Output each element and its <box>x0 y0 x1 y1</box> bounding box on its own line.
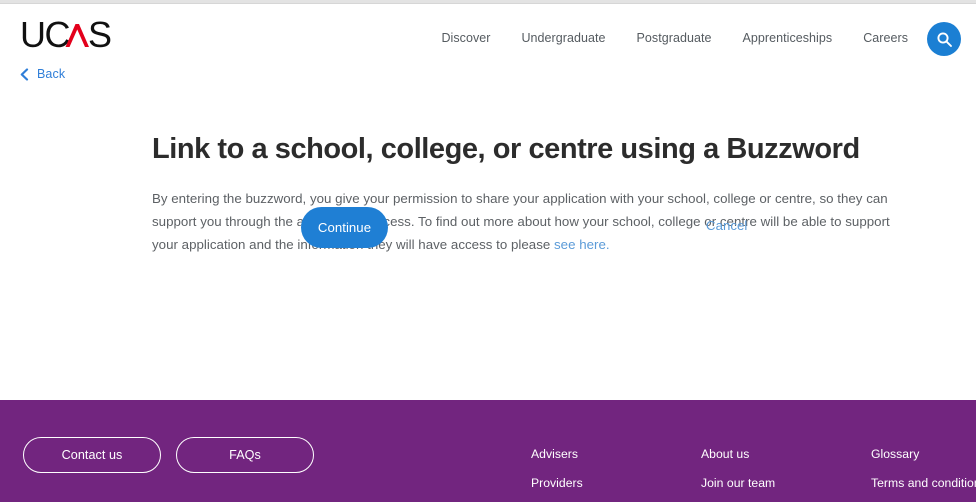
page-root: UC S Discover Undergraduate Postgraduate… <box>0 0 976 502</box>
footer-link-terms-and-conditions[interactable]: Terms and conditions <box>871 469 976 498</box>
footer-link-accessibility[interactable]: Accessibility <box>701 497 871 502</box>
contact-us-button[interactable]: Contact us <box>23 437 161 473</box>
primary-nav: Discover Undergraduate Postgraduate Appr… <box>441 31 908 45</box>
site-header: UC S Discover Undergraduate Postgraduate… <box>0 5 976 64</box>
faqs-button[interactable]: FAQs <box>176 437 314 473</box>
footer-link-glossary[interactable]: Glossary <box>871 440 976 469</box>
back-link[interactable]: Back <box>20 67 65 81</box>
search-button[interactable] <box>927 22 961 56</box>
footer-link-privacy-and-cookies[interactable]: Privacy and cookies <box>871 497 976 502</box>
svg-text:UC: UC <box>20 19 69 55</box>
nav-item-undergraduate[interactable]: Undergraduate <box>521 31 605 45</box>
footer-column-1: Advisers Providers Businesses <box>531 440 701 502</box>
browser-chrome-strip <box>0 0 976 4</box>
site-footer: Contact us FAQs Advisers Providers Busin… <box>0 400 976 502</box>
search-icon <box>936 31 952 47</box>
footer-link-columns: Advisers Providers Businesses About us J… <box>531 440 976 502</box>
nav-item-apprenticeships[interactable]: Apprenticeships <box>742 31 832 45</box>
cancel-button[interactable]: Cancel <box>706 218 747 233</box>
nav-item-careers[interactable]: Careers <box>863 31 908 45</box>
ucas-logo-mark: UC S <box>20 19 113 55</box>
footer-link-advisers[interactable]: Advisers <box>531 440 701 469</box>
nav-item-postgraduate[interactable]: Postgraduate <box>637 31 712 45</box>
page-title: Link to a school, college, or centre usi… <box>152 133 860 165</box>
footer-link-providers[interactable]: Providers <box>531 469 701 498</box>
svg-text:S: S <box>88 19 111 55</box>
footer-column-2: About us Join our team Accessibility <box>701 440 871 502</box>
nav-item-discover[interactable]: Discover <box>441 31 490 45</box>
action-row: Continue Cancel <box>0 207 976 267</box>
footer-column-3: Glossary Terms and conditions Privacy an… <box>871 440 976 502</box>
footer-link-businesses[interactable]: Businesses <box>531 497 701 502</box>
footer-link-about-us[interactable]: About us <box>701 440 871 469</box>
chevron-left-icon <box>20 67 29 81</box>
footer-link-join-our-team[interactable]: Join our team <box>701 469 871 498</box>
ucas-logo[interactable]: UC S <box>20 19 123 55</box>
continue-button[interactable]: Continue <box>301 207 388 248</box>
back-link-label: Back <box>37 67 66 81</box>
footer-pill-buttons: Contact us FAQs <box>23 437 314 473</box>
